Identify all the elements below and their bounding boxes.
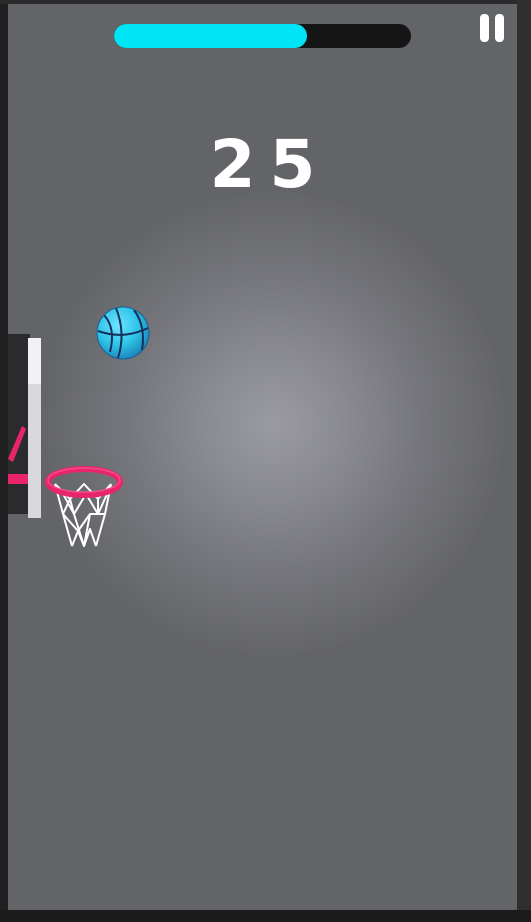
pause-button[interactable] (478, 14, 506, 44)
score-counter: 25 (209, 126, 330, 203)
shot-timer-bar (114, 24, 411, 48)
window-bottom-edge (0, 910, 531, 922)
shot-timer-fill (114, 24, 308, 48)
window-right-edge (517, 0, 531, 922)
game-canvas[interactable]: 25 (8, 4, 517, 910)
basketball-icon[interactable] (96, 306, 150, 360)
basketball-hoop (8, 334, 123, 547)
